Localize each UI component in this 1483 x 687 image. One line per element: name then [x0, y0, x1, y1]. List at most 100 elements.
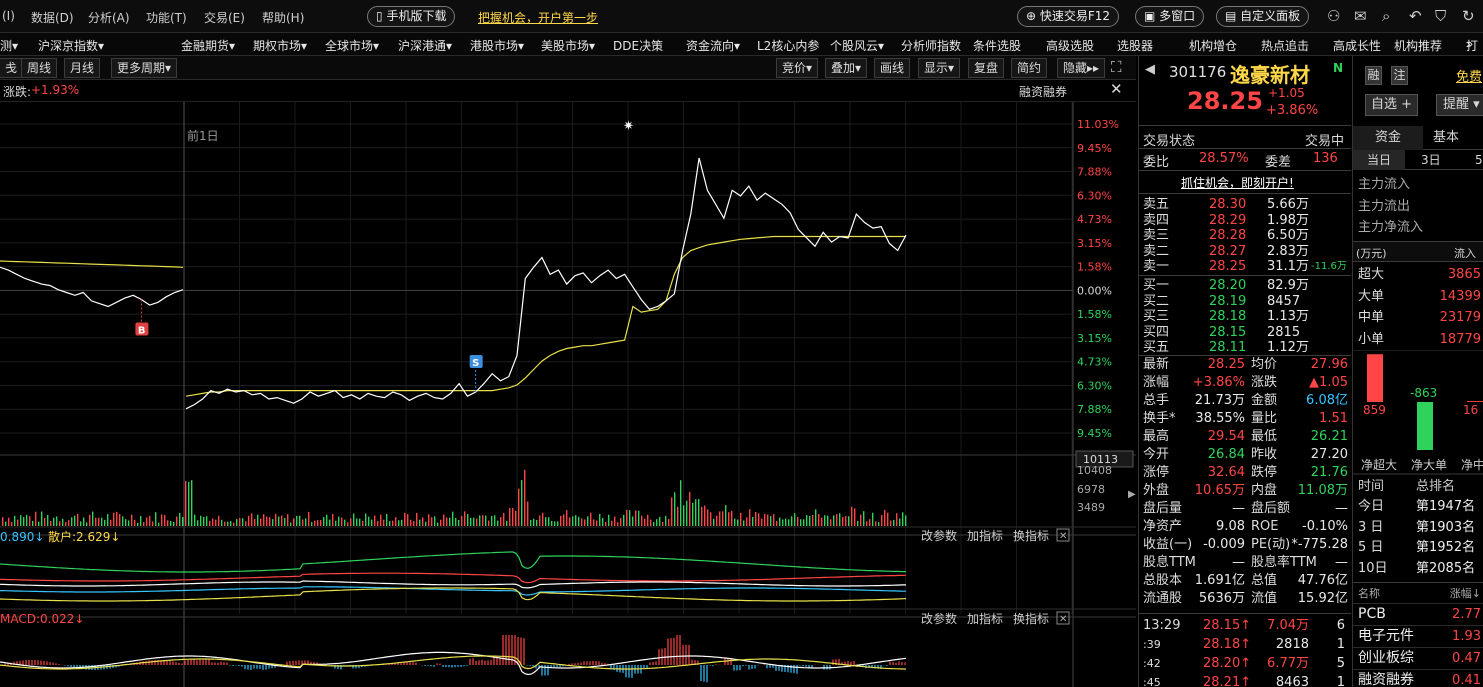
- prev-stock-icon[interactable]: ◀: [1145, 62, 1155, 77]
- add-watchlist-button[interactable]: 自选 +: [1365, 94, 1419, 116]
- tool-button-5[interactable]: 简约: [1011, 58, 1048, 78]
- multi-window-button[interactable]: ▣ 多窗口: [1135, 6, 1205, 27]
- tool-button-6[interactable]: 隐藏▸▸: [1057, 58, 1106, 78]
- remind-button[interactable]: 提醒 ▾: [1436, 94, 1483, 116]
- ind1-btn-2[interactable]: 换指标: [1013, 528, 1049, 543]
- nav-item-7[interactable]: 美股市场▾: [541, 37, 595, 54]
- volume-bar: [155, 512, 157, 526]
- stat-value: —: [1232, 555, 1245, 570]
- volume-bar: [590, 512, 592, 526]
- bid-row-4[interactable]: 买五 28.11 1.12万: [1139, 339, 1351, 357]
- period-today[interactable]: 当日: [1353, 150, 1405, 170]
- mobile-download-button[interactable]: ▯ 手机版下载: [367, 6, 456, 27]
- volume-bar: [629, 510, 631, 526]
- ind1-btn-1[interactable]: 加指标: [967, 528, 1003, 543]
- ind2-btn-2[interactable]: 换指标: [1013, 611, 1049, 626]
- volume-bar: [254, 518, 256, 526]
- mail-icon[interactable]: ✉: [1354, 8, 1367, 24]
- nav-item-19[interactable]: 机构推荐: [1394, 37, 1442, 54]
- tick-row-3: :45 28.21↑ 8463 1: [1139, 674, 1351, 687]
- volume-bar: [794, 513, 796, 526]
- volume-bar: [188, 481, 190, 526]
- nav-item-0[interactable]: 测▾: [0, 37, 18, 54]
- nav-item-21[interactable]: 打: [1466, 37, 1478, 54]
- nav-item-15[interactable]: 选股器: [1117, 37, 1153, 54]
- tool-button-0[interactable]: 竞价▾: [776, 58, 819, 78]
- period-button-3[interactable]: 更多周期▾: [111, 58, 178, 78]
- volume-bar: [455, 518, 457, 526]
- tool-button-3[interactable]: 显示▾: [918, 58, 961, 78]
- nav-item-3[interactable]: 期权市场▾: [253, 37, 307, 54]
- nav-item-12[interactable]: 分析师指数: [901, 37, 961, 54]
- nav-item-2[interactable]: 金融期货▾: [181, 37, 235, 54]
- tool-button-2[interactable]: 画线: [874, 58, 911, 78]
- menu-item-function[interactable]: 功能(T): [146, 9, 187, 26]
- nav-item-10[interactable]: L2核心内参: [757, 37, 819, 54]
- note-button[interactable]: 注: [1391, 66, 1408, 85]
- period-5d[interactable]: 5: [1475, 150, 1483, 170]
- collapse-arrow-icon[interactable]: ▶: [1128, 480, 1138, 510]
- free-link[interactable]: 免费: [1456, 66, 1482, 85]
- tool-button-1[interactable]: 叠加▾: [825, 58, 868, 78]
- nav-item-1[interactable]: 沪深京指数▾: [38, 37, 104, 54]
- intraday-chart[interactable]: 11.03% 9.45% 7.88% 6.30% 4.73% 3.15% 1.58% 0.00…: [0, 102, 1136, 687]
- promo-link[interactable]: 把握机会，开户第一步: [478, 9, 598, 26]
- nav-item-13[interactable]: 条件选股: [973, 37, 1021, 54]
- custom-panel-button[interactable]: ▤ 自定义面板: [1216, 6, 1310, 27]
- shirt-icon[interactable]: ⛉: [1435, 8, 1446, 24]
- nav-item-16[interactable]: 机构增仓: [1189, 37, 1237, 54]
- search-icon[interactable]: ⌕: [1382, 8, 1390, 24]
- nav-item-9[interactable]: 资金流向▾: [686, 37, 740, 54]
- tick-row-2: :42 28.20↑ 6.77万 5: [1139, 655, 1351, 673]
- tab-fund[interactable]: 资金: [1353, 126, 1423, 150]
- nav-item-8[interactable]: DDE决策: [613, 37, 663, 54]
- close-icon[interactable]: ✕: [1110, 80, 1123, 98]
- tool-button-4[interactable]: 复盘: [968, 58, 1005, 78]
- volume-bar: [356, 518, 358, 526]
- menu-item-data[interactable]: 数据(D): [31, 9, 74, 26]
- ind1-close-x: ✕: [1059, 531, 1067, 542]
- period-3d[interactable]: 3日: [1421, 150, 1441, 170]
- volume-bar: [80, 521, 82, 526]
- volume-bar: [518, 488, 520, 526]
- sector-row-3[interactable]: 融资融券 0.41: [1353, 669, 1483, 687]
- nav-item-6[interactable]: 港股市场▾: [470, 37, 524, 54]
- price-axis-tick: 3.15%: [1077, 332, 1112, 345]
- nav-item-5[interactable]: 沪深港通▾: [398, 37, 452, 54]
- menu-item-i[interactable]: (I): [2, 9, 15, 23]
- refresh-icon[interactable]: ↻: [1462, 8, 1475, 24]
- nav-item-4[interactable]: 全球市场▾: [325, 37, 379, 54]
- margin-trading-label[interactable]: 融资融券: [1019, 83, 1067, 100]
- fullscreen-icon[interactable]: ⛶: [1111, 58, 1122, 76]
- ind2-btn-1[interactable]: 加指标: [967, 611, 1003, 626]
- nav-item-11[interactable]: 个股风云▾: [830, 37, 884, 54]
- menu-item-help[interactable]: 帮助(H): [262, 9, 304, 26]
- back-icon[interactable]: ↶: [1409, 8, 1422, 24]
- period-button-1[interactable]: 周线: [21, 58, 58, 78]
- volume-bar: [443, 514, 445, 526]
- volume-bar: [710, 512, 712, 526]
- ind1-btn-0[interactable]: 改参数: [921, 528, 957, 543]
- volume-bar: [263, 514, 265, 526]
- menu-item-analysis[interactable]: 分析(A): [88, 9, 130, 26]
- period-button-0[interactable]: 戋: [0, 58, 24, 78]
- ind2-btn-0[interactable]: 改参数: [921, 611, 957, 626]
- sector-row-0[interactable]: PCB 2.77: [1353, 603, 1483, 624]
- chart-bg: [0, 102, 1136, 687]
- period-button-2[interactable]: 月线: [64, 58, 101, 78]
- margin-button[interactable]: 融: [1365, 66, 1382, 85]
- nav-item-17[interactable]: 热点追击: [1261, 37, 1309, 54]
- volume-bar: [854, 508, 856, 526]
- sector-row-2[interactable]: 创业板综 0.47: [1353, 647, 1483, 668]
- menu-item-trade[interactable]: 交易(E): [204, 9, 245, 26]
- quick-trade-button[interactable]: ⊕ 快速交易F12: [1017, 6, 1120, 27]
- ask-row-4[interactable]: 卖一 28.25 31.1万 -11.6万: [1139, 258, 1351, 276]
- nav-item-18[interactable]: 高成长性: [1333, 37, 1381, 54]
- nav-item-14[interactable]: 高级选股: [1046, 37, 1094, 54]
- tab-basic[interactable]: 基本: [1433, 126, 1459, 150]
- sector-row-1[interactable]: 电子元件 1.93: [1353, 625, 1483, 646]
- open-account-promo[interactable]: 抓住机会，即刻开户!: [1181, 174, 1294, 191]
- volume-bar: [842, 516, 844, 526]
- user-icon[interactable]: ⚇: [1327, 8, 1340, 24]
- volume-bar: [296, 515, 298, 526]
